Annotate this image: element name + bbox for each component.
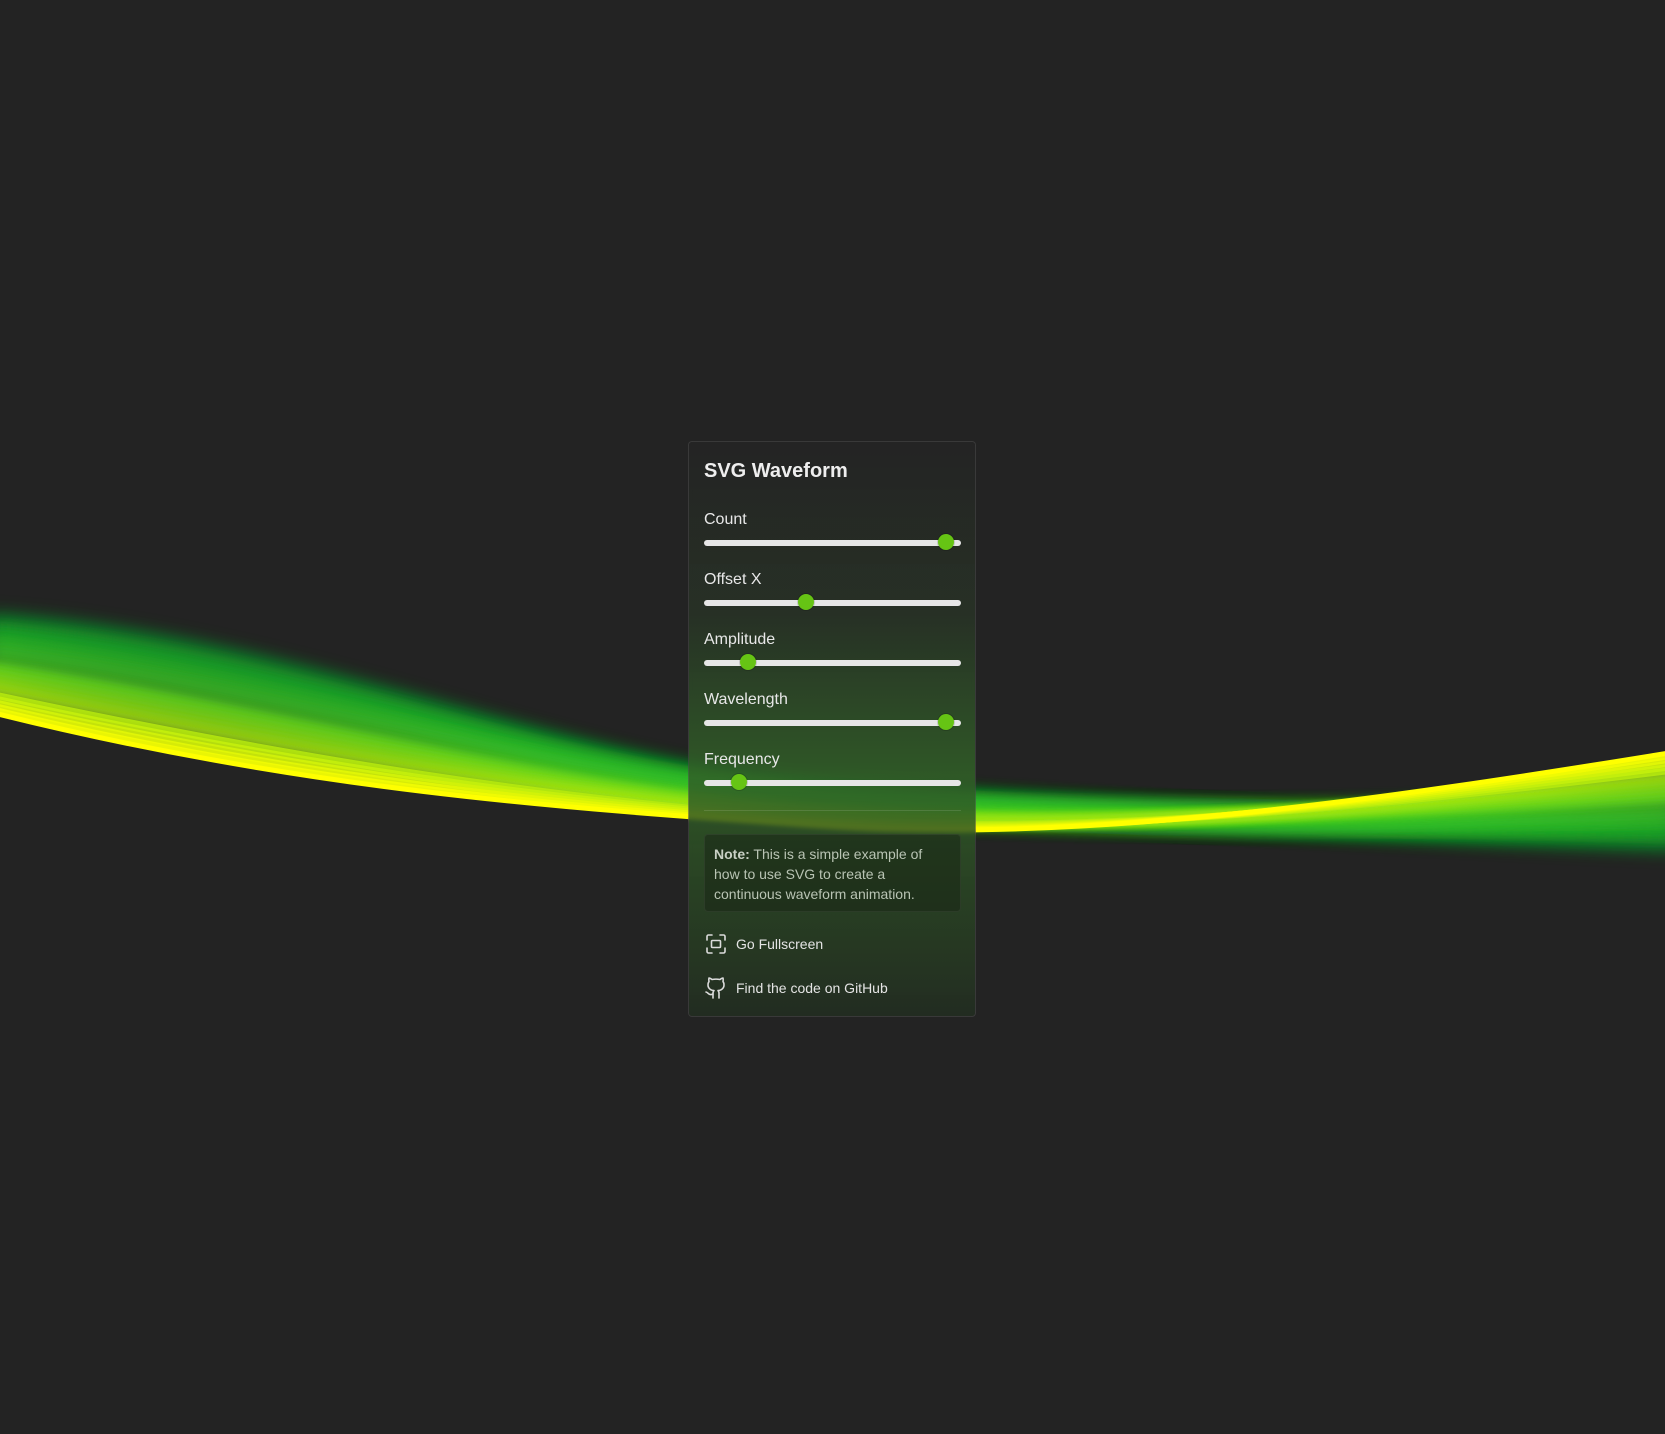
note-box: Note: This is a simple example of how to… — [704, 834, 961, 912]
note-prefix: Note: — [714, 846, 750, 862]
offset-x-label: Offset X — [704, 571, 762, 588]
fullscreen-label: Go Fullscreen — [736, 936, 824, 952]
wavelength-control: Wavelength — [704, 691, 961, 735]
frequency-slider-track[interactable] — [704, 774, 961, 790]
divider — [704, 810, 961, 811]
wavelength-label: Wavelength — [704, 691, 788, 708]
count-control: Count — [704, 511, 961, 555]
amplitude-slider-track[interactable] — [704, 654, 961, 670]
controls-panel: SVG Waveform Count Offset X Amplitude Wa… — [688, 441, 976, 1017]
frequency-slider-thumb[interactable] — [730, 774, 747, 790]
frequency-label: Frequency — [704, 751, 780, 768]
amplitude-label: Amplitude — [704, 631, 776, 648]
count-label: Count — [704, 511, 747, 528]
offset-x-slider-thumb[interactable] — [797, 594, 814, 610]
github-label: Find the code on GitHub — [736, 980, 888, 996]
github-link[interactable]: Find the code on GitHub — [704, 975, 888, 1001]
page-title: SVG Waveform — [704, 460, 848, 482]
fullscreen-icon — [704, 932, 728, 956]
wavelength-slider-track[interactable] — [704, 714, 961, 730]
offset-x-slider-track[interactable] — [704, 594, 961, 610]
count-slider-thumb[interactable] — [937, 534, 954, 550]
amplitude-control: Amplitude — [704, 631, 961, 675]
wavelength-slider-thumb[interactable] — [937, 714, 954, 730]
github-icon — [704, 976, 728, 1000]
fullscreen-link[interactable]: Go Fullscreen — [704, 931, 823, 957]
frequency-control: Frequency — [704, 751, 961, 795]
amplitude-slider-thumb[interactable] — [740, 654, 757, 670]
offset-x-control: Offset X — [704, 571, 961, 615]
count-slider-track[interactable] — [704, 534, 961, 550]
